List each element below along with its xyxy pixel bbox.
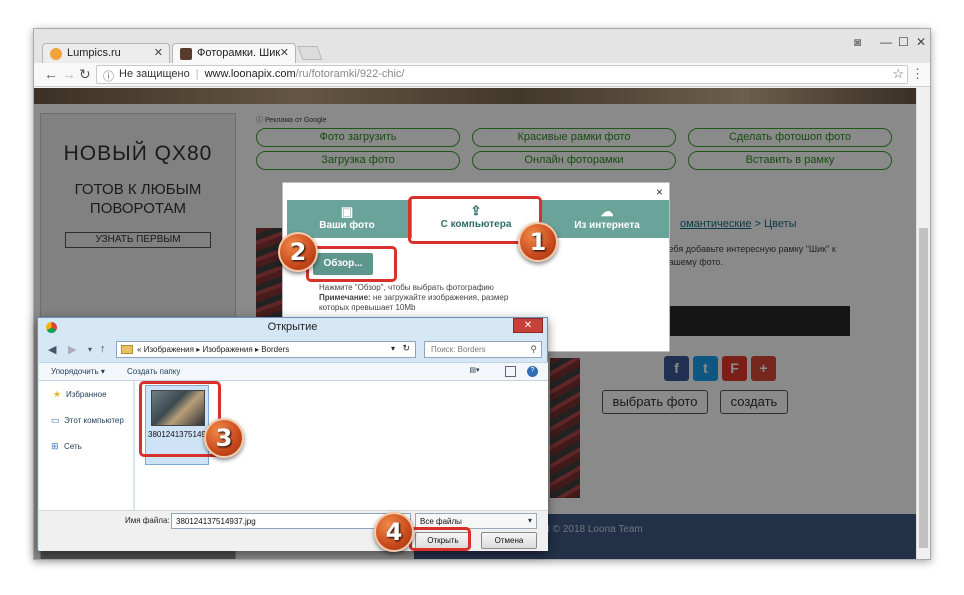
dialog-title: Открытие bbox=[267, 321, 318, 333]
dialog-address-row: ◀ ▶ ▾ ↑ « Изображения ▸ Изображения ▸ Bo… bbox=[44, 340, 544, 360]
upload-note: Нажмите "Обзор", чтобы выбрать фотографи… bbox=[319, 283, 519, 313]
nav-label: Этот компьютер bbox=[64, 416, 124, 425]
search-placeholder: Поиск: Borders bbox=[431, 345, 486, 354]
star-icon: ★ bbox=[53, 389, 62, 399]
view-options-icon[interactable]: ▤▾ bbox=[469, 366, 480, 377]
highlight-open bbox=[409, 527, 471, 551]
nav-favorites[interactable]: ★ Избранное bbox=[53, 389, 107, 400]
profile-icon[interactable]: ◙ bbox=[854, 35, 861, 49]
upload-hint: Нажмите "Обзор", чтобы выбрать фотографи… bbox=[319, 283, 494, 292]
back-icon[interactable]: ◀ bbox=[48, 343, 56, 356]
computer-icon: ▭ bbox=[51, 415, 60, 425]
step-badge-2: 2 bbox=[278, 232, 318, 272]
network-icon: ⊞ bbox=[51, 441, 59, 451]
folder-icon bbox=[121, 345, 133, 354]
step-badge-3: 3 bbox=[204, 418, 244, 458]
step-badge-4: 4 bbox=[374, 512, 414, 552]
tab-strip: Lumpics.ru ✕ Фоторамки. Шик ✕ ◙ — ☐ ✕ bbox=[34, 29, 930, 63]
nav-this-pc[interactable]: ▭ Этот компьютер bbox=[51, 415, 124, 426]
highlight-browse bbox=[306, 246, 397, 282]
tab-label: Из интернета bbox=[574, 220, 640, 231]
forward-icon[interactable]: ▶ bbox=[68, 343, 76, 356]
tab-label: Lumpics.ru bbox=[67, 47, 121, 59]
preview-pane-icon[interactable] bbox=[505, 366, 516, 377]
browser-toolbar: ← → ↻ ⓘ Не защищено | www.loonapix.com/ru/… bbox=[34, 63, 930, 87]
tab-label: Фоторамки. Шик bbox=[197, 47, 281, 59]
address-bar[interactable]: ⓘ Не защищено | www.loonapix.com/ru/fotora… bbox=[96, 65, 908, 84]
organize-button[interactable]: Упорядочить ▾ bbox=[51, 367, 105, 376]
path-bar[interactable]: « Изображения ▸ Изображения ▸ Borders ▾ … bbox=[116, 341, 416, 358]
up-icon[interactable]: ↑ bbox=[100, 343, 106, 355]
navigation-pane: ★ Избранное ▭ Этот компьютер ⊞ Сеть bbox=[39, 381, 134, 510]
path-segment[interactable]: Изображения bbox=[202, 345, 252, 354]
security-label: Не защищено bbox=[119, 68, 190, 80]
menu-icon[interactable]: ⋮ bbox=[911, 66, 924, 82]
dialog-close-button[interactable]: ✕ bbox=[513, 318, 543, 333]
recent-dropdown-icon[interactable]: ▾ bbox=[88, 345, 92, 354]
close-window-icon[interactable]: ✕ bbox=[916, 35, 926, 49]
file-open-dialog: Открытие ✕ ◀ ▶ ▾ ↑ « Изображения ▸ Изобр… bbox=[37, 317, 548, 551]
close-icon[interactable]: × bbox=[656, 185, 663, 199]
tab-fotoramki[interactable]: Фоторамки. Шик ✕ bbox=[172, 43, 296, 63]
back-icon[interactable]: ← bbox=[44, 66, 58, 82]
cancel-button[interactable]: Отмена bbox=[481, 532, 537, 549]
chevron-down-icon: ▾ bbox=[527, 516, 532, 525]
path-segment[interactable]: Изображения bbox=[144, 345, 194, 354]
maximize-icon[interactable]: ☐ bbox=[898, 35, 909, 49]
close-tab-icon[interactable]: ✕ bbox=[154, 46, 163, 59]
search-input[interactable]: Поиск: Borders ⚲ bbox=[424, 341, 542, 358]
path-dropdown-icon[interactable]: ▾ bbox=[391, 344, 395, 353]
cloud-download-icon: ☁ bbox=[600, 204, 614, 219]
lumpics-favicon-icon bbox=[50, 48, 62, 60]
tab-label: Ваши фото bbox=[319, 220, 375, 231]
bookmark-star-icon[interactable]: ☆ bbox=[892, 66, 904, 82]
file-name-label: Имя файла: bbox=[125, 516, 170, 525]
url-path: /ru/fotoramki/922-chic/ bbox=[295, 68, 405, 80]
forward-icon[interactable]: → bbox=[62, 66, 76, 82]
reload-icon[interactable]: ↻ bbox=[79, 66, 91, 83]
tab-lumpics[interactable]: Lumpics.ru ✕ bbox=[42, 43, 170, 63]
nav-label: Избранное bbox=[66, 390, 107, 399]
nav-label: Сеть bbox=[64, 442, 82, 451]
step-badge-1: 1 bbox=[518, 222, 558, 262]
note-label: Примечание: bbox=[319, 293, 371, 302]
path-segment[interactable]: Borders bbox=[261, 345, 289, 354]
minimize-icon[interactable]: — bbox=[880, 35, 892, 49]
tab-from-internet[interactable]: ☁ Из интернета bbox=[545, 200, 669, 238]
url-domain: www.loonapix.com bbox=[204, 68, 296, 80]
scrollbar-thumb[interactable] bbox=[919, 228, 928, 548]
nav-network[interactable]: ⊞ Сеть bbox=[51, 441, 82, 452]
help-icon[interactable]: ? bbox=[527, 366, 538, 377]
refresh-icon[interactable]: ↻ bbox=[402, 343, 410, 354]
new-folder-button[interactable]: Создать папку bbox=[127, 367, 180, 376]
info-icon[interactable]: ⓘ bbox=[103, 68, 114, 84]
dialog-command-bar: Упорядочить ▾ Создать папку ▤▾ ? bbox=[39, 362, 548, 381]
close-tab-icon[interactable]: ✕ bbox=[280, 46, 289, 59]
dialog-bottom: Имя файла: 380124137514937.jpg Все файлы… bbox=[39, 510, 548, 551]
path-overflow[interactable]: « bbox=[137, 345, 141, 354]
file-type-value: Все файлы bbox=[420, 517, 462, 526]
page-scrollbar[interactable] bbox=[916, 88, 930, 559]
image-icon: ▣ bbox=[340, 204, 354, 219]
new-tab-button[interactable] bbox=[297, 46, 323, 60]
search-icon: ⚲ bbox=[530, 344, 537, 354]
loonapix-favicon-icon bbox=[180, 48, 192, 60]
